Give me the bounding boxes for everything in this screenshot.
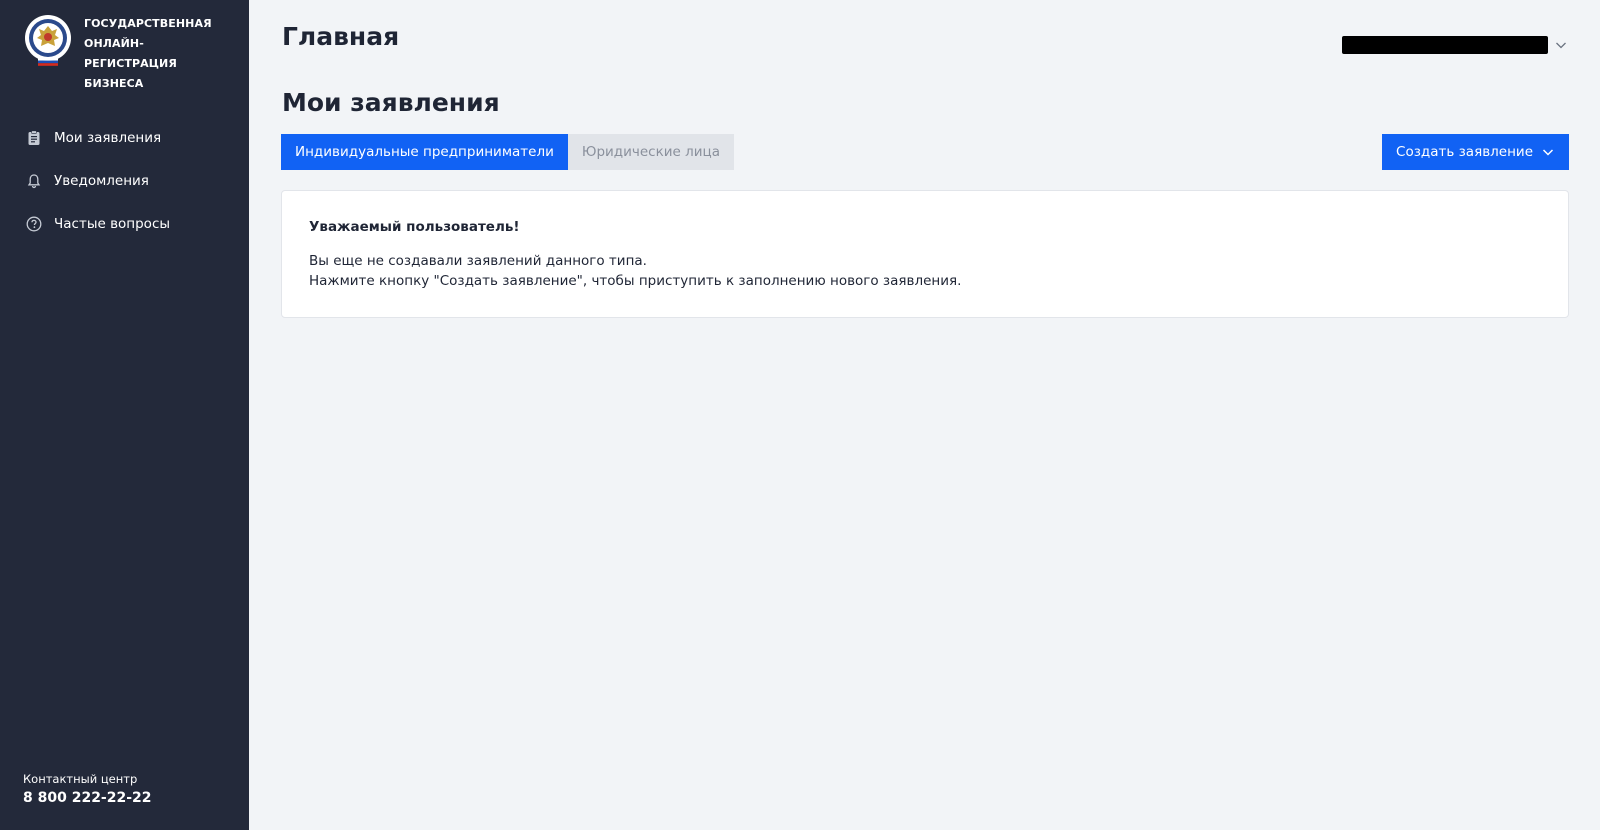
app-root: ГОСУДАРСТВЕННАЯ ОНЛАЙН-РЕГИСТРАЦИЯ БИЗНЕ… (0, 0, 1600, 830)
create-application-button[interactable]: Создать заявление (1382, 134, 1569, 170)
user-menu[interactable] (1342, 36, 1568, 54)
sidebar-item-label: Уведомления (54, 172, 149, 189)
contact-phone[interactable]: 8 800 222-22-22 (23, 790, 152, 806)
notice-card: Уважаемый пользователь! Вы еще не создав… (281, 190, 1569, 318)
contact-label: Контактный центр (23, 772, 138, 786)
create-button-label: Создать заявление (1396, 144, 1533, 160)
question-circle-icon (25, 215, 43, 233)
sidebar-item-notifications[interactable]: Уведомления (0, 159, 249, 202)
notice-line: Вы еще не создавали заявлений данного ти… (309, 253, 647, 269)
contact-center: Контактный центр 8 800 222-22-22 (23, 772, 152, 806)
tab-legal-entities[interactable]: Юридические лица (567, 134, 734, 170)
main-content: Главная Мои заявления Индивидуальные пре… (249, 0, 1600, 830)
sidebar-item-faq[interactable]: Частые вопросы (0, 202, 249, 245)
page-title: Главная (282, 22, 400, 51)
tab-individual-entrepreneurs[interactable]: Индивидуальные предприниматели (281, 134, 568, 170)
chevron-down-icon (1556, 42, 1566, 49)
notice-title: Уважаемый пользователь! (309, 219, 520, 235)
logo-line: ГОСУДАРСТВЕННАЯ (84, 17, 212, 30)
sidebar-item-my-applications[interactable]: Мои заявления (0, 116, 249, 159)
user-name-redacted (1342, 36, 1548, 54)
logo[interactable]: ГОСУДАРСТВЕННАЯ ОНЛАЙН-РЕГИСТРАЦИЯ БИЗНЕ… (24, 14, 224, 94)
section-title: Мои заявления (282, 88, 500, 117)
sidebar: ГОСУДАРСТВЕННАЯ ОНЛАЙН-РЕГИСТРАЦИЯ БИЗНЕ… (0, 0, 249, 830)
notice-line: Нажмите кнопку "Создать заявление", чтоб… (309, 273, 962, 289)
logo-line: ОНЛАЙН-РЕГИСТРАЦИЯ (84, 37, 177, 70)
tabs: Индивидуальные предприниматели Юридическ… (281, 134, 734, 170)
emblem-icon (25, 15, 71, 66)
logo-line: БИЗНЕСА (84, 77, 144, 90)
clipboard-icon (25, 129, 43, 147)
logo-text: ГОСУДАРСТВЕННАЯ ОНЛАЙН-РЕГИСТРАЦИЯ БИЗНЕ… (84, 14, 224, 94)
chevron-down-icon (1542, 149, 1554, 156)
sidebar-item-label: Частые вопросы (54, 215, 171, 232)
sidebar-nav: Мои заявления Уведомления Частые вопросы (0, 116, 249, 245)
bell-icon (25, 172, 43, 190)
sidebar-item-label: Мои заявления (54, 129, 162, 146)
